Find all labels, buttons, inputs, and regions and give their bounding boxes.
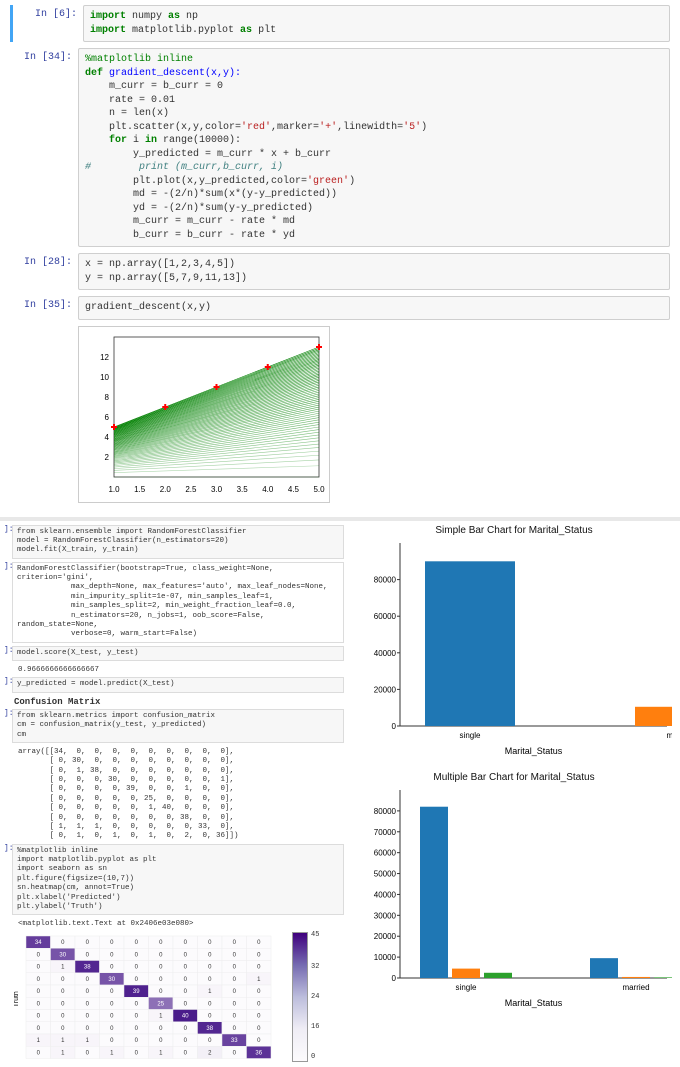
multiple-bar-box: Multiple Bar Chart for Marital_Status 0 1… (352, 772, 676, 1014)
multiple-bar-svg: 0 10000 20000 30000 40000 50000 60000 70000 8000… (352, 785, 672, 1010)
svg-text:4.5: 4.5 (288, 485, 300, 494)
svg-text:2: 2 (105, 453, 110, 462)
svg-text:3.0: 3.0 (211, 485, 223, 494)
svg-text:25: 25 (157, 1001, 164, 1007)
svg-text:2.0: 2.0 (160, 485, 172, 494)
mini-cell-5[interactable]: ]:from sklearn.ensemble import RandomFor… (4, 525, 344, 559)
svg-text:0: 0 (392, 722, 397, 731)
svg-text:1.5: 1.5 (134, 485, 146, 494)
mini-cell-10[interactable]: ]:%matplotlib inline import matplotlib.p… (4, 844, 344, 916)
svg-text:60000: 60000 (374, 848, 397, 857)
mini-out-9: array([[34, 0, 0, 0, 0, 0, 0, 0, 0, 0], … (14, 746, 344, 844)
svg-text:33: 33 (231, 1038, 238, 1044)
output-line-plot: 1.0 1.5 2.0 2.5 3.0 3.5 4.0 4.5 5.0 2 4 6 8 10 12 (78, 326, 670, 507)
svg-text:4: 4 (105, 433, 110, 442)
code-cell-4[interactable]: In [35]: gradient_descent(x,y) (10, 296, 670, 320)
svg-text:10000: 10000 (374, 953, 397, 962)
svg-text:1.0: 1.0 (108, 485, 120, 494)
mini-cell-7[interactable]: ]:model.score(X_test, y_test) (4, 646, 344, 661)
svg-text:50000: 50000 (374, 869, 397, 878)
svg-text:36: 36 (255, 1050, 262, 1056)
svg-text:3.5: 3.5 (237, 485, 249, 494)
svg-text:single: single (456, 983, 477, 992)
svg-text:38: 38 (84, 964, 91, 970)
run-indicator (10, 5, 13, 42)
svg-text:34: 34 (35, 940, 42, 946)
svg-text:80000: 80000 (374, 806, 397, 815)
svg-text:30: 30 (59, 952, 66, 958)
right-charts: Simple Bar Chart for Marital_Status 0 200… (348, 521, 680, 1067)
code-input-2[interactable]: %matplotlib inline def gradient_descent(… (78, 48, 670, 247)
colorbar: 45 32 24 16 0 (292, 932, 308, 1062)
svg-text:married: married (666, 731, 672, 740)
code-cell-2[interactable]: In [34]: %matplotlib inline def gradient… (10, 48, 670, 247)
mini-out-7: 0.9666666666666667 (14, 664, 344, 677)
mini-cell-8[interactable]: ]:y_predicted = model.predict(X_test) (4, 677, 344, 692)
svg-text:30000: 30000 (374, 911, 397, 920)
multiple-bar-title: Multiple Bar Chart for Marital_Status (352, 772, 676, 783)
svg-text:20000: 20000 (374, 685, 397, 694)
svg-text:80000: 80000 (374, 575, 397, 584)
svg-text:30: 30 (108, 977, 115, 983)
svg-text:Marital_Status: Marital_Status (505, 998, 563, 1008)
notebook-top: In [6]: import numpy as np import matplo… (0, 0, 680, 517)
svg-text:60000: 60000 (374, 612, 397, 621)
svg-text:12: 12 (100, 353, 109, 362)
svg-text:Marital_Status: Marital_Status (505, 746, 563, 756)
svg-text:8: 8 (105, 393, 110, 402)
svg-text:10: 10 (100, 373, 109, 382)
svg-text:38: 38 (206, 1026, 213, 1032)
svg-text:20000: 20000 (374, 932, 397, 941)
prompt-4: In [35]: (10, 296, 78, 320)
simple-bar-title: Simple Bar Chart for Marital_Status (352, 525, 676, 536)
svg-text:40000: 40000 (374, 890, 397, 899)
svg-text:4.0: 4.0 (262, 485, 274, 494)
svg-text:Truth: Truth (14, 991, 20, 1007)
lower-section: ]:from sklearn.ensemble import RandomFor… (0, 517, 680, 1067)
simple-bar-box: Simple Bar Chart for Marital_Status 0 200… (352, 525, 676, 762)
code-cell-3[interactable]: In [28]: x = np.array([1,2,3,4,5]) y = n… (10, 253, 670, 290)
heatmap-svg: 3400000000003000000000013800000000003000… (14, 932, 274, 1064)
heatmap-output: 3400000000003000000000013800000000003000… (14, 932, 344, 1064)
svg-text:70000: 70000 (374, 827, 397, 836)
confusion-heading: Confusion Matrix (14, 697, 344, 707)
left-notebook: ]:from sklearn.ensemble import RandomFor… (0, 521, 348, 1067)
code-cell-1[interactable]: In [6]: import numpy as np import matplo… (10, 5, 670, 42)
code-input-1[interactable]: import numpy as np import matplotlib.pyp… (83, 5, 670, 42)
svg-text:40: 40 (182, 1013, 189, 1019)
prompt-3: In [28]: (10, 253, 78, 290)
svg-text:5.0: 5.0 (313, 485, 325, 494)
line-plot-svg: 1.0 1.5 2.0 2.5 3.0 3.5 4.0 4.5 5.0 2 4 6 8 10 12 (78, 326, 330, 503)
code-input-3[interactable]: x = np.array([1,2,3,4,5]) y = np.array([… (78, 253, 670, 290)
prompt-2: In [34]: (10, 48, 78, 247)
svg-text:2.5: 2.5 (185, 485, 197, 494)
svg-text:married: married (622, 983, 649, 992)
svg-text:0: 0 (392, 974, 397, 983)
simple-bar-svg: 0 20000 40000 60000 80000 single married Marita… (352, 538, 672, 758)
prompt-1: In [6]: (15, 5, 83, 42)
mini-cell-6[interactable]: ]:RandomForestClassifier(bootstrap=True,… (4, 562, 344, 643)
mini-cell-9[interactable]: ]:from sklearn.metrics import confusion_… (4, 709, 344, 743)
svg-text:6: 6 (105, 413, 110, 422)
svg-text:40000: 40000 (374, 648, 397, 657)
code-input-4[interactable]: gradient_descent(x,y) (78, 296, 670, 320)
svg-text:single: single (460, 731, 481, 740)
mini-out-10: <matplotlib.text.Text at 0x2406e03e080> (14, 918, 344, 931)
svg-text:39: 39 (133, 989, 140, 995)
